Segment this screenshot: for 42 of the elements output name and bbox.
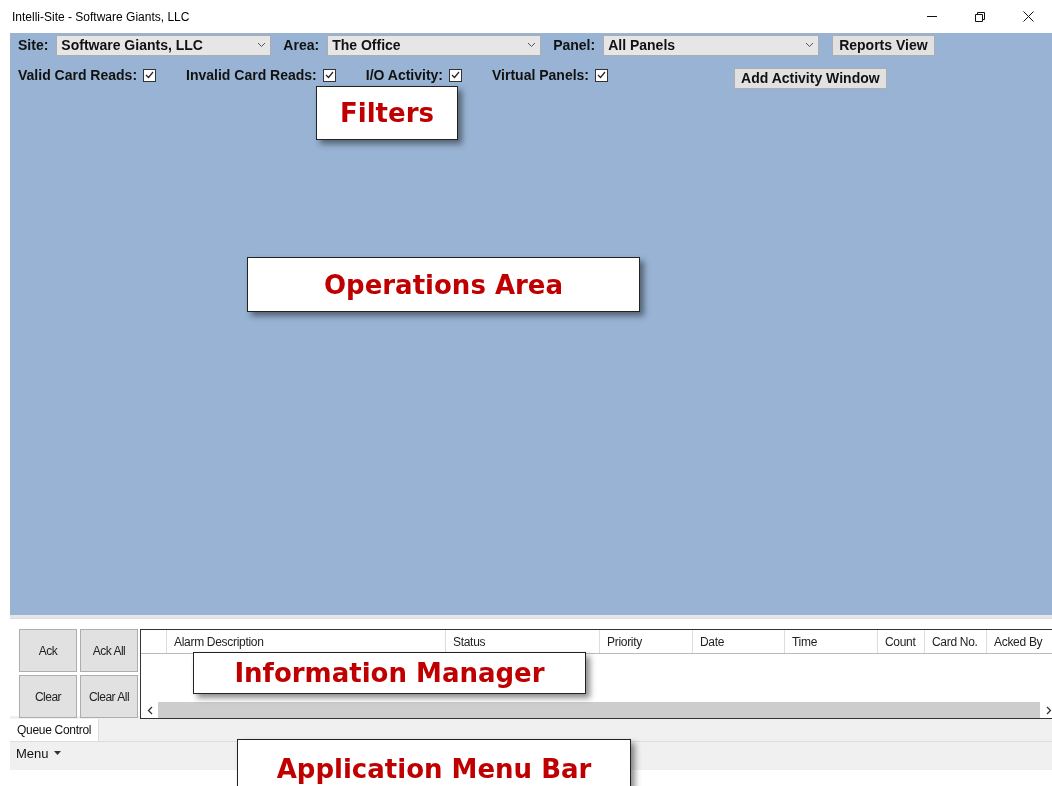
- chevron-down-icon: [257, 42, 267, 48]
- selector-label: Panel:: [553, 37, 596, 53]
- queue-button[interactable]: Clear: [19, 675, 77, 718]
- selector-label: Site:: [18, 37, 49, 53]
- add-activity-window-button[interactable]: Add Activity Window: [734, 67, 887, 89]
- callout-label: Application Menu Bar: [237, 739, 631, 786]
- minimize-icon: [927, 15, 937, 18]
- reports-view-button[interactable]: Reports View: [832, 34, 935, 56]
- close-icon: [1022, 11, 1034, 22]
- column-header[interactable]: Count: [878, 630, 925, 653]
- queue-button[interactable]: Ack: [19, 629, 77, 672]
- menu-button[interactable]: Menu: [10, 745, 61, 761]
- dropdown[interactable]: All Panels: [603, 34, 820, 56]
- column-header[interactable]: Time: [785, 630, 878, 653]
- column-header[interactable]: Acked By: [987, 630, 1052, 653]
- filter-label: Invalid Card Reads:: [186, 67, 317, 83]
- callout-label: Information Manager: [193, 652, 586, 694]
- column-header[interactable]: Priority: [600, 630, 693, 653]
- scroll-left-icon[interactable]: [146, 705, 153, 715]
- checkbox[interactable]: [595, 68, 609, 82]
- checkbox[interactable]: [449, 68, 463, 82]
- chevron-down-icon: [527, 42, 537, 48]
- restore-icon: [975, 11, 985, 22]
- filter-label: Virtual Panels:: [492, 67, 590, 83]
- selector-label: Area:: [283, 37, 320, 53]
- column-header[interactable]: Date: [693, 630, 785, 653]
- queue-button[interactable]: Ack All: [80, 629, 138, 672]
- dropdown[interactable]: Software Giants, LLC: [56, 34, 272, 56]
- tab[interactable]: Queue Control: [10, 719, 100, 741]
- callout-label: Operations Area: [247, 257, 640, 312]
- dropdown[interactable]: The Office: [327, 34, 542, 56]
- checkbox[interactable]: [143, 68, 157, 82]
- scroll-right-icon[interactable]: [1045, 705, 1052, 715]
- chevron-down-icon: [805, 42, 815, 48]
- checkbox[interactable]: [322, 68, 336, 82]
- queue-button[interactable]: Clear All: [80, 675, 138, 718]
- filter-label: Valid Card Reads:: [18, 67, 138, 83]
- callout-label: Filters: [316, 86, 458, 140]
- caret-down-icon: [53, 751, 61, 755]
- window-title: Intelli-Site - Software Giants, LLC: [12, 9, 190, 24]
- column-header[interactable]: Card No.: [925, 630, 987, 653]
- filter-label: I/O Activity:: [365, 67, 444, 83]
